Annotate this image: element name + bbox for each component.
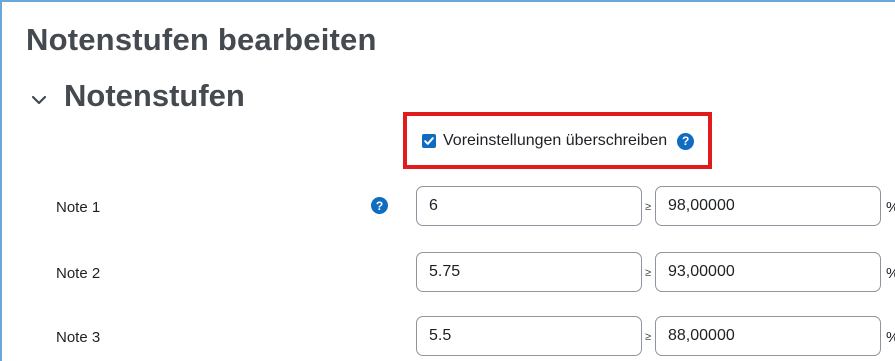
page-title: Notenstufen bearbeiten xyxy=(26,22,377,57)
checkmark-icon xyxy=(424,137,434,145)
help-icon[interactable]: ? xyxy=(371,197,388,214)
ge-sign: ≥ xyxy=(645,267,652,279)
grade-row: Note 3 5.5 ≥ 88,00000 % xyxy=(2,316,895,356)
percent-unit: % xyxy=(886,265,895,282)
override-label[interactable]: Voreinstellungen überschreiben xyxy=(443,132,667,150)
grade-value-input[interactable]: 6 xyxy=(416,186,642,226)
grade-boundary-input[interactable]: 93,00000 xyxy=(655,252,881,292)
page: Notenstufen bearbeiten Notenstufen Vorei… xyxy=(0,0,895,361)
grade-value-input[interactable]: 5.75 xyxy=(416,252,642,292)
ge-sign: ≥ xyxy=(645,331,652,343)
ge-sign: ≥ xyxy=(645,201,652,213)
override-highlight-box: Voreinstellungen überschreiben ? xyxy=(403,112,712,169)
grade-label: Note 1 xyxy=(56,199,101,216)
help-icon[interactable]: ? xyxy=(677,132,695,150)
grade-boundary-input[interactable]: 98,00000 xyxy=(655,186,881,226)
section-header-grade-levels[interactable]: Notenstufen xyxy=(30,78,245,114)
grade-boundary-input[interactable]: 88,00000 xyxy=(655,316,881,356)
percent-unit: % xyxy=(886,199,895,216)
override-checkbox[interactable] xyxy=(422,134,436,148)
percent-unit: % xyxy=(886,329,895,346)
grade-row: Note 1 ? 6 ≥ 98,00000 % xyxy=(2,186,895,226)
override-checkbox-row[interactable]: Voreinstellungen überschreiben ? xyxy=(422,132,695,150)
grade-row: Note 2 5.75 ≥ 93,00000 % xyxy=(2,252,895,292)
chevron-down-icon[interactable] xyxy=(30,91,48,109)
grade-label: Note 3 xyxy=(56,329,101,346)
grade-label: Note 2 xyxy=(56,265,101,282)
section-title: Notenstufen xyxy=(64,78,245,113)
grade-value-input[interactable]: 5.5 xyxy=(416,316,642,356)
